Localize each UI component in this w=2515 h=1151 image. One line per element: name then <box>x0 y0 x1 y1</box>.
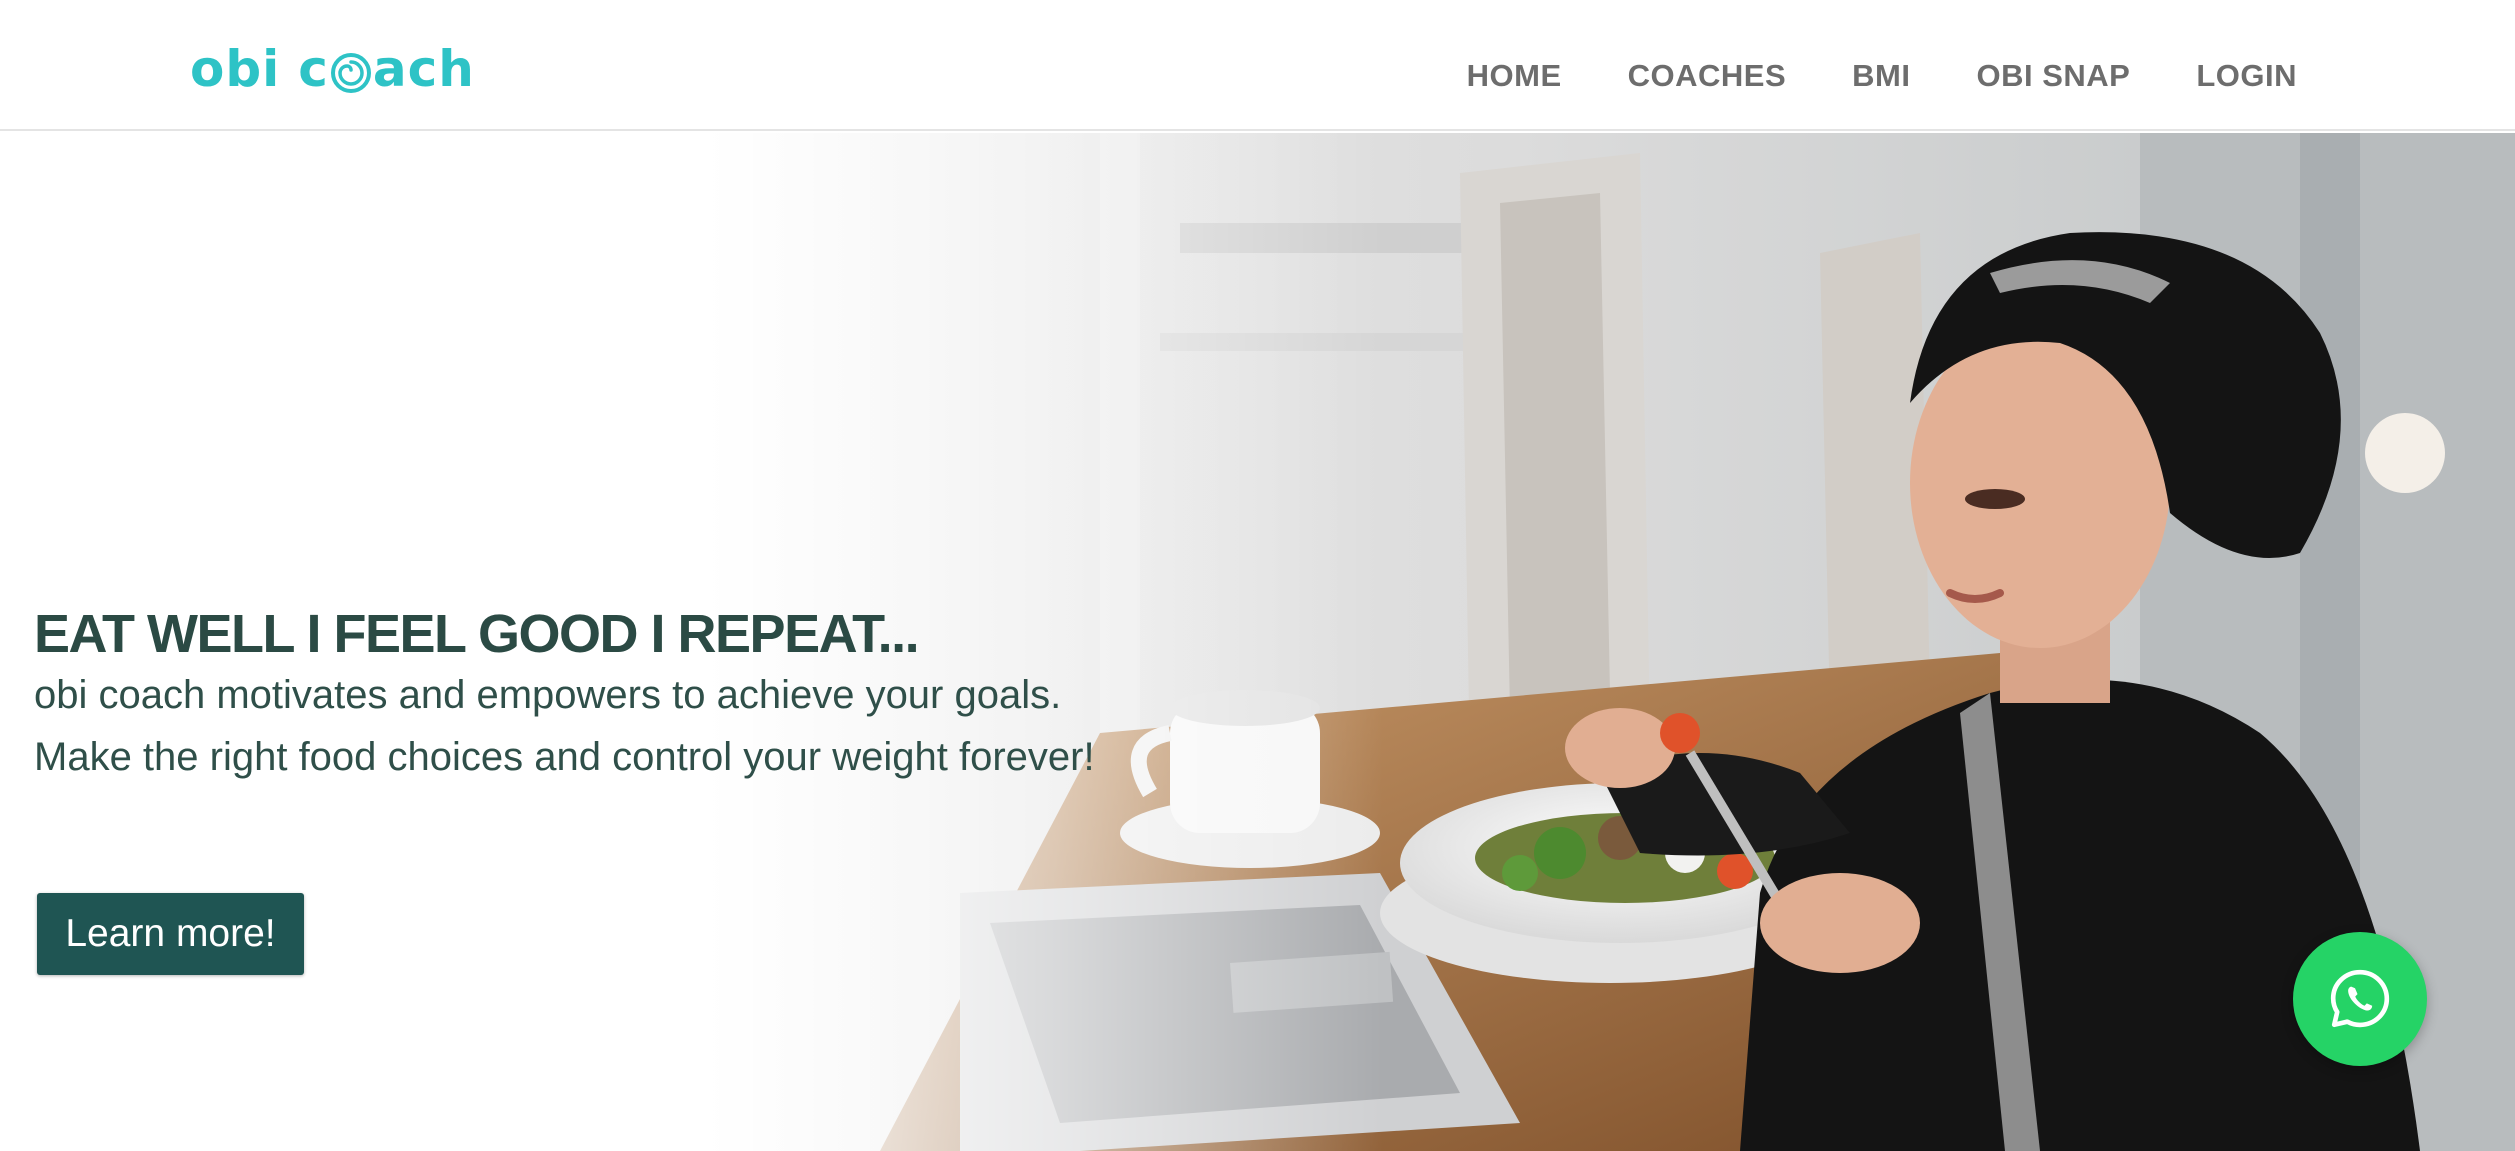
nav-coaches[interactable]: COACHES <box>1628 58 1787 94</box>
hero-subline-1: obi coach motivates and empowers to achi… <box>34 673 1062 717</box>
logo-text-c: c <box>298 40 329 98</box>
spiral-logo-icon <box>330 53 371 93</box>
obi-coach-logo[interactable]: obi c ach <box>190 34 475 104</box>
whatsapp-button[interactable] <box>2293 932 2427 1066</box>
nav-bmi[interactable]: BMI <box>1852 58 1910 94</box>
site-header: obi c ach HOME COACHES BMI OBI SNAP LOGI… <box>0 0 2515 131</box>
nav-home[interactable]: HOME <box>1467 58 1562 94</box>
logo-text-ach: ach <box>372 40 475 98</box>
hero-headline: EAT WELL I FEEL GOOD I REPEAT... <box>34 604 920 664</box>
logo-text-obi: obi <box>190 40 281 98</box>
nav-obi-snap[interactable]: OBI SNAP <box>1976 58 2130 94</box>
learn-more-button[interactable]: Learn more! <box>37 893 304 975</box>
hero-subline-2: Make the right food choices and control … <box>34 735 1095 779</box>
nav-login[interactable]: LOGIN <box>2196 58 2297 94</box>
main-nav: HOME COACHES BMI OBI SNAP LOGIN <box>1467 0 2297 151</box>
hero-section: EAT WELL I FEEL GOOD I REPEAT... obi coa… <box>0 133 2515 1151</box>
whatsapp-icon <box>2330 969 2390 1028</box>
